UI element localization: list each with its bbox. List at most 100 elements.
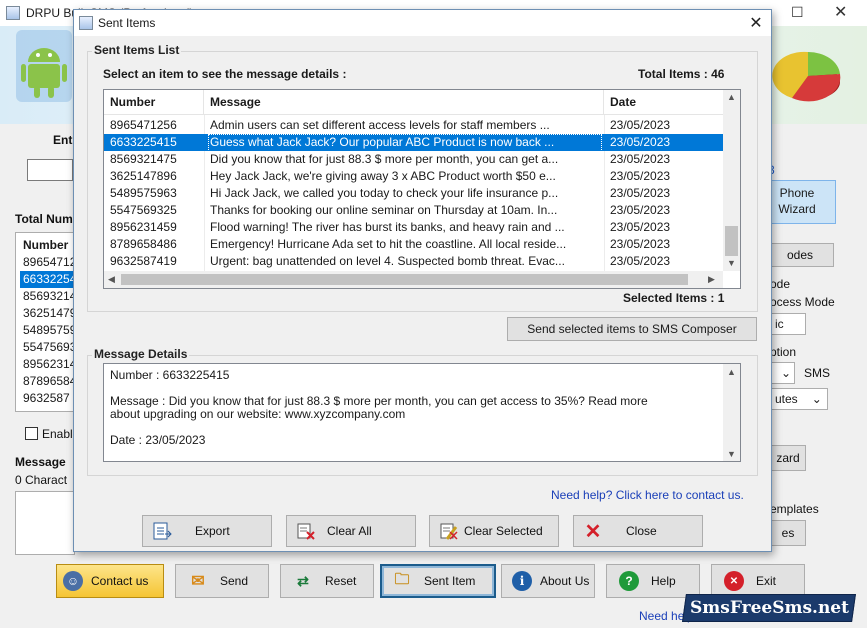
modes-button[interactable]: odes bbox=[770, 243, 834, 267]
clear-selected-button[interactable]: Clear Selected bbox=[429, 515, 559, 547]
templates-label: emplates bbox=[770, 502, 819, 516]
cell-date: 23/05/2023 bbox=[610, 237, 671, 251]
cell-message: Did you know that for just 88.3 $ more p… bbox=[210, 152, 559, 166]
cell-message: Thanks for booking our online seminar on… bbox=[210, 203, 558, 217]
maximize-icon[interactable]: ☐ bbox=[791, 4, 804, 21]
scroll-right-icon[interactable]: ▶ bbox=[708, 274, 715, 285]
column-header-number[interactable]: Number bbox=[104, 90, 204, 115]
cell-message: Guess what Jack Jack? Our popular ABC Pr… bbox=[210, 135, 555, 149]
cell-date: 23/05/2023 bbox=[610, 203, 671, 217]
cell-message: Flood warning! The river has burst its b… bbox=[210, 220, 565, 234]
process-mode-field[interactable]: ic bbox=[770, 313, 806, 335]
horizontal-scrollbar[interactable]: ◀ ▶ bbox=[104, 271, 723, 288]
sent-item-button[interactable]: 🗀 Sent Item bbox=[380, 564, 496, 598]
dialog-title: Sent Items bbox=[98, 16, 156, 30]
dialog-app-icon bbox=[79, 16, 93, 30]
need-help-contact-link[interactable]: Need help? Click here to contact us. bbox=[551, 488, 744, 502]
scroll-down-icon[interactable]: ▼ bbox=[727, 448, 736, 461]
cell-number: 5547569325 bbox=[110, 203, 177, 217]
enable-label: Enabl bbox=[42, 427, 73, 441]
message-details-title: Message Details bbox=[92, 347, 190, 361]
scroll-up-icon[interactable]: ▲ bbox=[727, 92, 736, 102]
sent-item-label: Sent Item bbox=[424, 574, 476, 588]
option-label: ption bbox=[770, 345, 797, 359]
scroll-thumb[interactable] bbox=[725, 226, 738, 256]
contact-us-button[interactable]: ☺ Contact us bbox=[56, 564, 164, 598]
table-row[interactable]: 8956231459 Flood warning! The river has b… bbox=[104, 219, 724, 236]
option-select[interactable]: ⌄ bbox=[770, 362, 795, 384]
exit-button[interactable]: ✕ Exit bbox=[711, 564, 805, 598]
clear-all-button[interactable]: Clear All bbox=[286, 515, 416, 547]
list-item[interactable]: 54895759 bbox=[16, 322, 74, 339]
templates-button[interactable]: es bbox=[770, 520, 806, 546]
list-item[interactable]: 36251479 bbox=[16, 305, 74, 322]
sent-items-list-title: Sent Items List bbox=[92, 43, 182, 57]
cell-number: 5489575963 bbox=[110, 186, 177, 200]
cell-date: 23/05/2023 bbox=[610, 220, 671, 234]
wizard-button[interactable]: zard bbox=[770, 445, 806, 471]
message-textarea[interactable] bbox=[15, 491, 75, 555]
close-icon[interactable]: ✕ bbox=[746, 13, 766, 33]
send-button[interactable]: ✉ Send bbox=[175, 564, 269, 598]
list-item[interactable]: 55475693 bbox=[16, 339, 74, 356]
templates-button-label: es bbox=[781, 526, 795, 540]
table-row[interactable]: 3625147896 Hey Jack Jack, we're giving aw… bbox=[104, 168, 724, 185]
send-label: Send bbox=[220, 574, 249, 588]
table-row[interactable]: 5547569325 Thanks for booking our online … bbox=[104, 202, 724, 219]
table-row[interactable]: 8965471256 Admin users can set different … bbox=[104, 117, 724, 134]
details-vertical-scrollbar[interactable]: ▲ ▼ bbox=[723, 364, 740, 461]
minutes-select[interactable]: utes ⌄ bbox=[770, 388, 828, 410]
scroll-thumb[interactable] bbox=[121, 274, 688, 285]
column-header-message[interactable]: Message bbox=[204, 90, 604, 115]
pie-chart-icon bbox=[772, 51, 841, 102]
column-header-date[interactable]: Date bbox=[604, 90, 724, 115]
about-us-label: About Us bbox=[540, 574, 590, 588]
table-row[interactable]: 8569321475 Did you know that for just 88.… bbox=[104, 151, 724, 168]
cell-date: 23/05/2023 bbox=[610, 186, 671, 200]
list-item[interactable]: 87896584 bbox=[16, 373, 74, 390]
enter-number-input[interactable] bbox=[27, 159, 73, 181]
reset-arrows-icon: ⇄ bbox=[297, 572, 309, 589]
message-label: Message bbox=[15, 455, 66, 469]
help-label: Help bbox=[651, 574, 676, 588]
cell-message: Hey Jack Jack, we're giving away 3 x ABC… bbox=[210, 169, 556, 183]
reset-button[interactable]: ⇄ Reset bbox=[280, 564, 374, 598]
list-item[interactable]: 89562314 bbox=[16, 356, 74, 373]
reset-label: Reset bbox=[325, 574, 357, 588]
cell-message: Admin users can set different access lev… bbox=[210, 118, 550, 132]
process-mode-label: ocess Mode bbox=[770, 295, 835, 309]
process-mode-value: ic bbox=[775, 317, 784, 331]
list-item[interactable]: 9632587 bbox=[16, 390, 74, 407]
send-to-composer-button[interactable]: Send selected items to SMS Composer bbox=[507, 317, 757, 341]
chevron-down-icon: ⌄ bbox=[780, 366, 791, 380]
details-number: Number : 6633225415 bbox=[110, 368, 230, 382]
table-row[interactable]: 8789658486 Emergency! Hurricane Ada set t… bbox=[104, 236, 724, 253]
exit-label: Exit bbox=[756, 574, 777, 588]
scroll-left-icon[interactable]: ◀ bbox=[108, 274, 115, 285]
list-item-selected[interactable]: 66332254 bbox=[20, 271, 74, 288]
vertical-scrollbar[interactable]: ▲ ▼ bbox=[723, 90, 740, 271]
cell-date: 23/05/2023 bbox=[610, 152, 671, 166]
table-row-selected[interactable]: 6633225415 Guess what Jack Jack? Our popu… bbox=[104, 134, 724, 152]
number-column-header: Number bbox=[23, 238, 69, 252]
export-button[interactable]: Export bbox=[142, 515, 272, 547]
enable-checkbox[interactable] bbox=[25, 427, 38, 440]
message-details-textbox[interactable]: Number : 6633225415 Message : Did you kn… bbox=[103, 363, 741, 462]
list-item[interactable]: 89654712 bbox=[16, 254, 74, 271]
folder-icon: 🗀 bbox=[394, 570, 410, 588]
cell-number: 3625147896 bbox=[110, 169, 177, 183]
wizard-button-label: zard bbox=[776, 451, 800, 465]
close-icon[interactable]: ✕ bbox=[834, 2, 847, 22]
about-us-button[interactable]: i About Us bbox=[501, 564, 595, 598]
sent-items-dialog: Sent Items ✕ Sent Items List Select an i… bbox=[73, 9, 772, 552]
list-item[interactable]: 85693214 bbox=[16, 288, 74, 305]
numbers-list[interactable]: Number 89654712 66332254 85693214 362514… bbox=[15, 232, 75, 412]
close-button[interactable]: ✕ Close bbox=[573, 515, 703, 547]
scroll-down-icon[interactable]: ▼ bbox=[727, 258, 736, 268]
help-button[interactable]: ? Help bbox=[606, 564, 700, 598]
table-row[interactable]: 5489575963 Hi Jack Jack, we called you to… bbox=[104, 185, 724, 202]
table-row[interactable]: 9632587419 Urgent: bag unattended on leve… bbox=[104, 253, 724, 270]
sent-items-listview[interactable]: Number Message Date 8965471256 Admin user… bbox=[103, 89, 741, 289]
scroll-up-icon[interactable]: ▲ bbox=[727, 366, 736, 379]
app-icon bbox=[6, 6, 20, 20]
